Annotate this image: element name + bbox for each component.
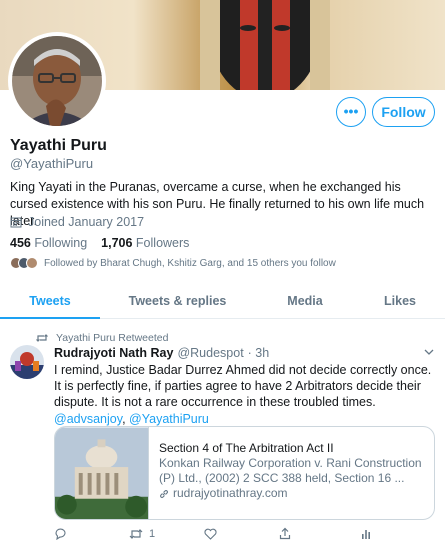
- like-button[interactable]: [204, 527, 279, 540]
- profile-stats: 456 Following 1,706 Followers: [10, 236, 189, 250]
- reply-button[interactable]: [54, 527, 129, 540]
- retweet-button[interactable]: 1: [129, 527, 204, 540]
- banner-artwork: [200, 0, 330, 90]
- more-options-button[interactable]: •••: [336, 97, 366, 127]
- heart-icon: [204, 528, 217, 540]
- analytics-icon[interactable]: [360, 528, 372, 540]
- tab-tweets[interactable]: Tweets: [0, 283, 100, 319]
- joined-date: Joined January 2017: [10, 215, 144, 229]
- tweet-header: Rudrajyoti Nath Ray @Rudespot · 3h: [54, 346, 269, 360]
- mention-advsanjoy[interactable]: @advsanjoy: [54, 412, 122, 426]
- chevron-down-icon[interactable]: [423, 346, 435, 358]
- card-description: Konkan Railway Corporation v. Rani Const…: [159, 456, 422, 485]
- avatar-photo: [12, 36, 102, 126]
- tweet-author-handle[interactable]: @Rudespot: [177, 346, 243, 360]
- card-body: Section 4 of The Arbitration Act II Konk…: [149, 427, 434, 519]
- followers-you-know-avatars: [10, 257, 38, 269]
- followed-by-text: Followed by Bharat Chugh, Kshitiz Garg, …: [44, 257, 336, 269]
- follow-button[interactable]: Follow: [372, 97, 435, 127]
- mention-yayathipuru[interactable]: @YayathiPuru: [129, 412, 209, 426]
- link-icon: [160, 489, 168, 498]
- tweet-actions: 1: [54, 527, 354, 540]
- card-title: Section 4 of The Arbitration Act II: [159, 441, 334, 455]
- profile-avatar[interactable]: [8, 32, 106, 130]
- link-card[interactable]: Section 4 of The Arbitration Act II Konk…: [54, 426, 435, 520]
- following-link[interactable]: 456 Following: [10, 236, 87, 250]
- tweet-author-name[interactable]: Rudrajyoti Nath Ray: [54, 346, 173, 360]
- followed-by[interactable]: Followed by Bharat Chugh, Kshitiz Garg, …: [10, 257, 336, 269]
- tab-tweets-replies[interactable]: Tweets & replies: [100, 283, 255, 318]
- share-icon: [279, 527, 291, 540]
- retweet-label[interactable]: Yayathi Puru Retweeted: [56, 332, 168, 344]
- retweet-action-icon: [129, 528, 143, 539]
- joined-text: Joined January 2017: [28, 215, 145, 229]
- tweet-author-avatar[interactable]: [10, 345, 44, 379]
- tweet-text: I remind, Justice Badar Durrez Ahmed did…: [54, 363, 432, 426]
- profile-name: Yayathi Puru: [10, 137, 107, 154]
- share-button[interactable]: [279, 527, 354, 540]
- tab-media[interactable]: Media: [255, 283, 355, 318]
- reply-icon: [55, 528, 66, 540]
- followers-link[interactable]: 1,706 Followers: [101, 236, 189, 250]
- profile-tabs: Tweets Tweets & replies Media Likes: [0, 283, 445, 319]
- card-url: rudrajyotinathray.com: [159, 486, 424, 501]
- tab-likes[interactable]: Likes: [355, 283, 445, 318]
- calendar-icon: [10, 217, 22, 228]
- profile-handle: @YayathiPuru: [10, 156, 94, 171]
- tweet-time[interactable]: · 3h: [248, 346, 270, 360]
- retweet-count: 1: [149, 527, 156, 540]
- tweet-avatar-image: [10, 345, 44, 379]
- retweet-context: Yayathi Puru Retweeted: [36, 332, 168, 344]
- retweet-icon: [36, 334, 48, 342]
- card-thumbnail: [55, 427, 149, 519]
